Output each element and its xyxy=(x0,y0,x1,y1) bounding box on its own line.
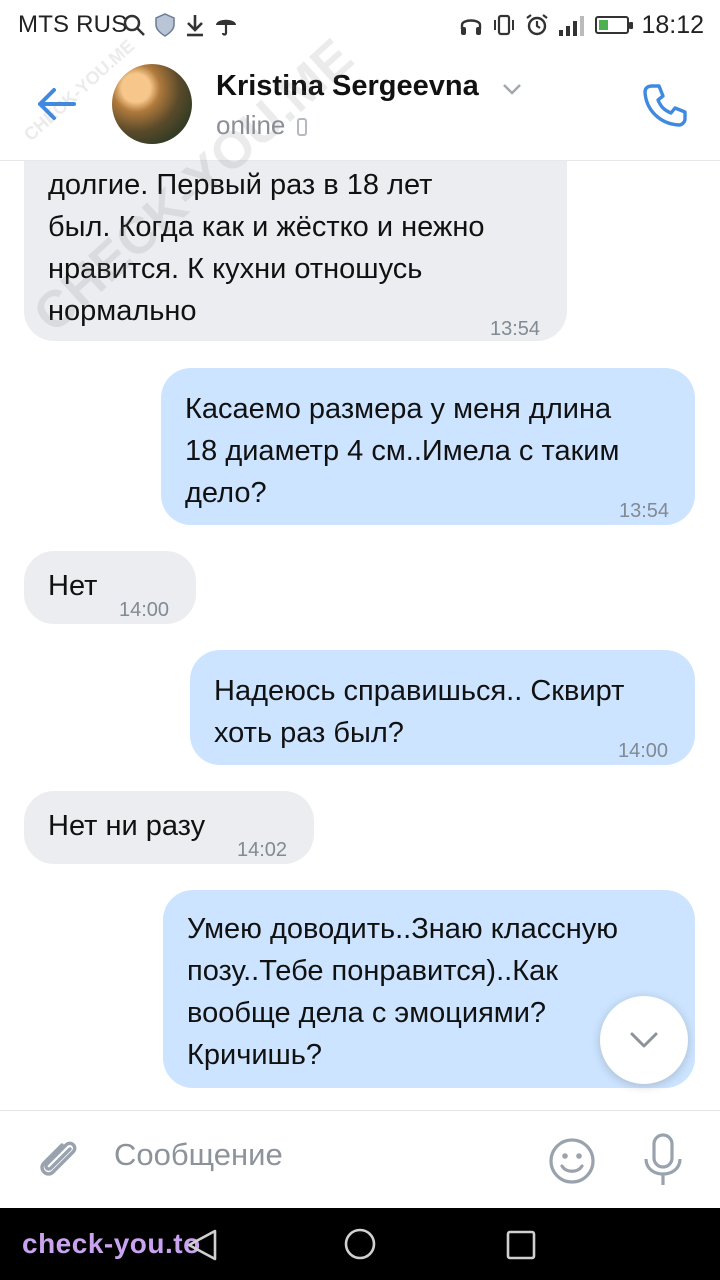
chevron-down-icon[interactable] xyxy=(502,82,522,96)
message-composer: Сообщение xyxy=(0,1110,720,1209)
message-bubble-incoming[interactable]: Нет ни разу 14:02 xyxy=(24,791,314,864)
message-input[interactable]: Сообщение xyxy=(114,1137,283,1173)
message-list[interactable]: долгие. Первый раз в 18 лет был. Когда к… xyxy=(0,160,720,1110)
vibrate-icon xyxy=(494,14,515,36)
navigation-bar: check-you.to xyxy=(0,1208,720,1280)
message-time: 13:54 xyxy=(619,500,670,522)
status-text: online xyxy=(216,110,286,140)
message-bubble-incoming[interactable]: долгие. Первый раз в 18 лет был. Когда к… xyxy=(24,160,567,341)
microphone-icon[interactable] xyxy=(640,1133,686,1187)
message-bubble-outgoing[interactable]: Надеюсь справишься.. Сквирт хоть раз был… xyxy=(190,650,695,765)
download-icon xyxy=(187,15,203,37)
message-text: долгие. Первый раз в 18 лет был. Когда к… xyxy=(48,169,485,327)
message-time: 13:54 xyxy=(490,318,541,340)
message-bubble-incoming[interactable]: Нет 14:00 xyxy=(24,551,196,624)
carrier-label: MTS RUS xyxy=(18,11,128,38)
umbrella-icon xyxy=(216,19,236,36)
status-bar: MTS RUS 18:12 xyxy=(0,0,720,50)
signal-icon xyxy=(559,16,585,36)
nav-back-icon[interactable] xyxy=(185,1228,219,1262)
message-text: Умею доводить..Знаю классную позу..Тебе … xyxy=(187,913,619,1071)
contact-name[interactable]: Kristina Sergeevna xyxy=(216,70,479,103)
search-icon xyxy=(123,14,145,36)
status-icons-right: 18:12 xyxy=(459,10,704,40)
battery-icon xyxy=(595,16,634,34)
contact-status: online xyxy=(216,110,308,141)
alarm-icon xyxy=(526,14,549,36)
scroll-down-button[interactable] xyxy=(600,996,688,1084)
headphones-icon xyxy=(461,19,482,35)
chevron-down-icon xyxy=(630,1032,658,1048)
phone-icon[interactable] xyxy=(640,80,690,130)
status-icons-left xyxy=(122,12,238,38)
smile-icon[interactable] xyxy=(548,1137,596,1185)
clock: 18:12 xyxy=(641,10,704,39)
chat-header: Kristina Sergeevna online xyxy=(0,50,720,161)
message-time: 14:00 xyxy=(618,740,669,762)
nav-recent-icon[interactable] xyxy=(506,1230,536,1260)
avatar[interactable] xyxy=(112,64,192,144)
message-bubble-outgoing[interactable]: Касаемо размера у меня длина 18 диаметр … xyxy=(161,368,695,525)
message-text: Касаемо размера у меня длина 18 диаметр … xyxy=(185,393,620,509)
shield-icon xyxy=(155,13,175,37)
brand-watermark: check-you.to xyxy=(22,1228,201,1259)
message-time: 14:02 xyxy=(237,839,288,861)
paperclip-icon[interactable] xyxy=(34,1135,84,1185)
mobile-icon xyxy=(297,118,308,136)
message-time: 14:00 xyxy=(119,599,170,621)
message-text: Надеюсь справишься.. Сквирт хоть раз был… xyxy=(214,675,625,749)
back-arrow-icon[interactable] xyxy=(34,82,78,126)
nav-home-icon[interactable] xyxy=(343,1227,377,1261)
